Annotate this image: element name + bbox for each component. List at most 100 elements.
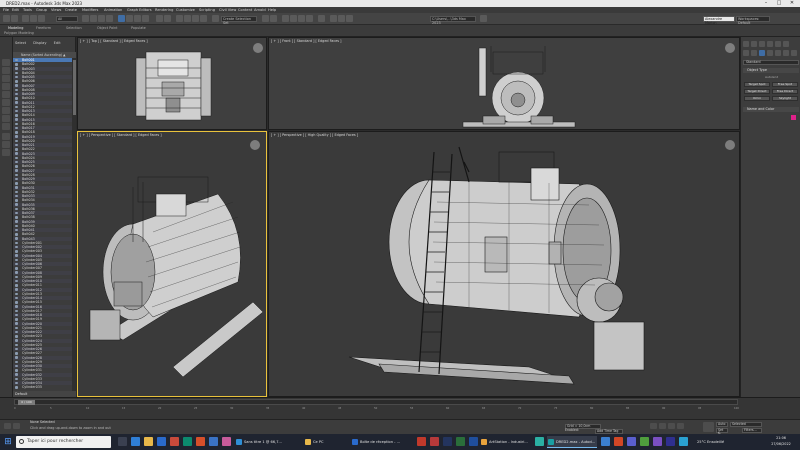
menu-animation[interactable]: Animation: [104, 8, 122, 12]
visibility-eye-icon[interactable]: [15, 216, 18, 219]
play-icon[interactable]: [668, 423, 675, 429]
visibility-eye-icon[interactable]: [15, 101, 18, 104]
visibility-eye-icon[interactable]: [15, 165, 18, 168]
menu-arnold[interactable]: Arnold: [254, 8, 266, 12]
previous-frame-icon[interactable]: [659, 423, 666, 429]
maxscript-listener-icon[interactable]: [4, 423, 11, 429]
visibility-eye-icon[interactable]: [15, 322, 18, 325]
display-tab-icon[interactable]: [775, 41, 781, 47]
angle-snap-icon[interactable]: [184, 15, 191, 22]
visibility-eye-icon[interactable]: [15, 309, 18, 313]
visibility-eye-icon[interactable]: [15, 245, 18, 249]
visibility-eye-icon[interactable]: [15, 92, 18, 96]
task-view-icon[interactable]: [118, 437, 127, 446]
key-filters-button[interactable]: Filters...: [742, 428, 762, 433]
visibility-eye-icon[interactable]: [15, 360, 18, 364]
project-path-field[interactable]: C:\Users\...\3ds Max 2023: [430, 15, 476, 25]
task-3dsmax[interactable]: DRED2.max - Autod...: [547, 436, 597, 448]
auto-key-button[interactable]: Auto: [716, 422, 728, 427]
filter-shapes-icon[interactable]: [2, 67, 10, 74]
visibility-eye-icon[interactable]: [15, 160, 18, 164]
modify-tab-icon[interactable]: [751, 41, 757, 47]
visibility-eye-icon[interactable]: [15, 250, 18, 253]
filter-geometry-icon[interactable]: [2, 59, 10, 66]
scene-scrollbar-thumb[interactable]: [72, 60, 76, 115]
menu-create[interactable]: Create: [65, 8, 77, 12]
render-setup-icon[interactable]: [330, 15, 337, 22]
menu-scripting[interactable]: Scripting: [199, 8, 215, 12]
pdf-icon[interactable]: [417, 437, 426, 446]
acrobat-icon[interactable]: [430, 437, 439, 446]
visibility-eye-icon[interactable]: [15, 88, 18, 92]
menu-customize[interactable]: Customize: [176, 8, 195, 12]
visibility-eye-icon[interactable]: [15, 71, 18, 75]
redo-icon[interactable]: [11, 15, 18, 22]
visibility-eye-icon[interactable]: [15, 126, 18, 130]
layer-explorer-icon[interactable]: [282, 15, 289, 22]
visibility-eye-icon[interactable]: [15, 292, 18, 296]
set-key-button[interactable]: Set K.: [716, 428, 728, 435]
menu-edit[interactable]: Edit: [12, 8, 19, 12]
target-direct-button[interactable]: Target Direct: [744, 89, 770, 94]
visibility-eye-icon[interactable]: [15, 347, 18, 351]
key-filter-selected[interactable]: Selected: [730, 422, 762, 427]
visibility-eye-icon[interactable]: [15, 305, 18, 308]
office-icon[interactable]: [170, 437, 179, 446]
word-icon[interactable]: [601, 437, 610, 446]
visibility-eye-icon[interactable]: [15, 386, 18, 389]
clock[interactable]: 21:06 27/06/2022: [768, 436, 794, 447]
menu-help[interactable]: Help: [268, 8, 276, 12]
visibility-eye-icon[interactable]: [15, 139, 18, 143]
object-type-rollout[interactable]: Object Type: [743, 68, 799, 73]
skylight-button[interactable]: Skylight: [772, 96, 798, 101]
menu-file[interactable]: File: [3, 8, 9, 12]
visibility-eye-icon[interactable]: [15, 369, 18, 372]
visibility-eye-icon[interactable]: [15, 63, 18, 66]
edge-icon[interactable]: [131, 437, 140, 446]
visibility-eye-icon[interactable]: [15, 143, 18, 147]
filter-xrefs-icon[interactable]: [2, 115, 10, 122]
systems-icon[interactable]: [791, 50, 797, 56]
time-slider-knob[interactable]: 0 / 100: [18, 399, 35, 405]
visibility-eye-icon[interactable]: [15, 330, 18, 334]
keyboard-shortcut-icon[interactable]: [164, 15, 171, 22]
go-to-start-icon[interactable]: [650, 423, 657, 429]
render-icon[interactable]: [346, 15, 353, 22]
visibility-eye-icon[interactable]: [15, 80, 18, 83]
viewport-top[interactable]: [ + ] [ Top ] [ Standard ] [ Edged Faces…: [77, 37, 267, 130]
illustrator-icon[interactable]: [196, 437, 205, 446]
max-icon[interactable]: [535, 437, 544, 446]
visibility-eye-icon[interactable]: [15, 267, 18, 270]
cameras-icon[interactable]: [767, 50, 773, 56]
next-frame-icon[interactable]: [677, 423, 684, 429]
autogrid-checkbox[interactable]: AutoGrid: [765, 75, 778, 79]
workspace-dropdown[interactable]: Workspaces: Default: [736, 15, 770, 25]
visibility-eye-icon[interactable]: [15, 152, 18, 155]
visibility-eye-icon[interactable]: [15, 301, 18, 304]
visibility-eye-icon[interactable]: [15, 203, 18, 206]
ribbon-panel-label[interactable]: Polygon Modeling: [4, 31, 34, 35]
visibility-eye-icon[interactable]: [15, 228, 18, 232]
task-photoshop[interactable]: Sans titre 1 @ 66,7...: [235, 436, 303, 448]
edit-named-selection-icon[interactable]: [212, 15, 219, 22]
scene-tab-select[interactable]: Select: [15, 41, 26, 45]
snap-toggle-icon[interactable]: [176, 15, 183, 22]
substance-icon[interactable]: [443, 437, 452, 446]
scene-tab-display[interactable]: Display: [33, 41, 46, 45]
visibility-eye-icon[interactable]: [15, 199, 18, 202]
visibility-eye-icon[interactable]: [15, 105, 18, 109]
visibility-eye-icon[interactable]: [15, 58, 18, 62]
visibility-eye-icon[interactable]: [15, 284, 18, 287]
onenote-icon[interactable]: [653, 437, 662, 446]
visibility-eye-icon[interactable]: [15, 190, 18, 194]
visibility-eye-icon[interactable]: [15, 335, 18, 338]
ps-icon[interactable]: [469, 437, 478, 446]
free-direct-button[interactable]: Free Direct: [772, 89, 798, 94]
scale-icon[interactable]: [134, 15, 141, 22]
visibility-eye-icon[interactable]: [15, 296, 18, 300]
menu-group[interactable]: Group: [36, 8, 47, 12]
percent-snap-icon[interactable]: [192, 15, 199, 22]
visibility-eye-icon[interactable]: [15, 262, 18, 266]
filter-bones-icon[interactable]: [2, 123, 10, 130]
utilities-tab-icon[interactable]: [783, 41, 789, 47]
